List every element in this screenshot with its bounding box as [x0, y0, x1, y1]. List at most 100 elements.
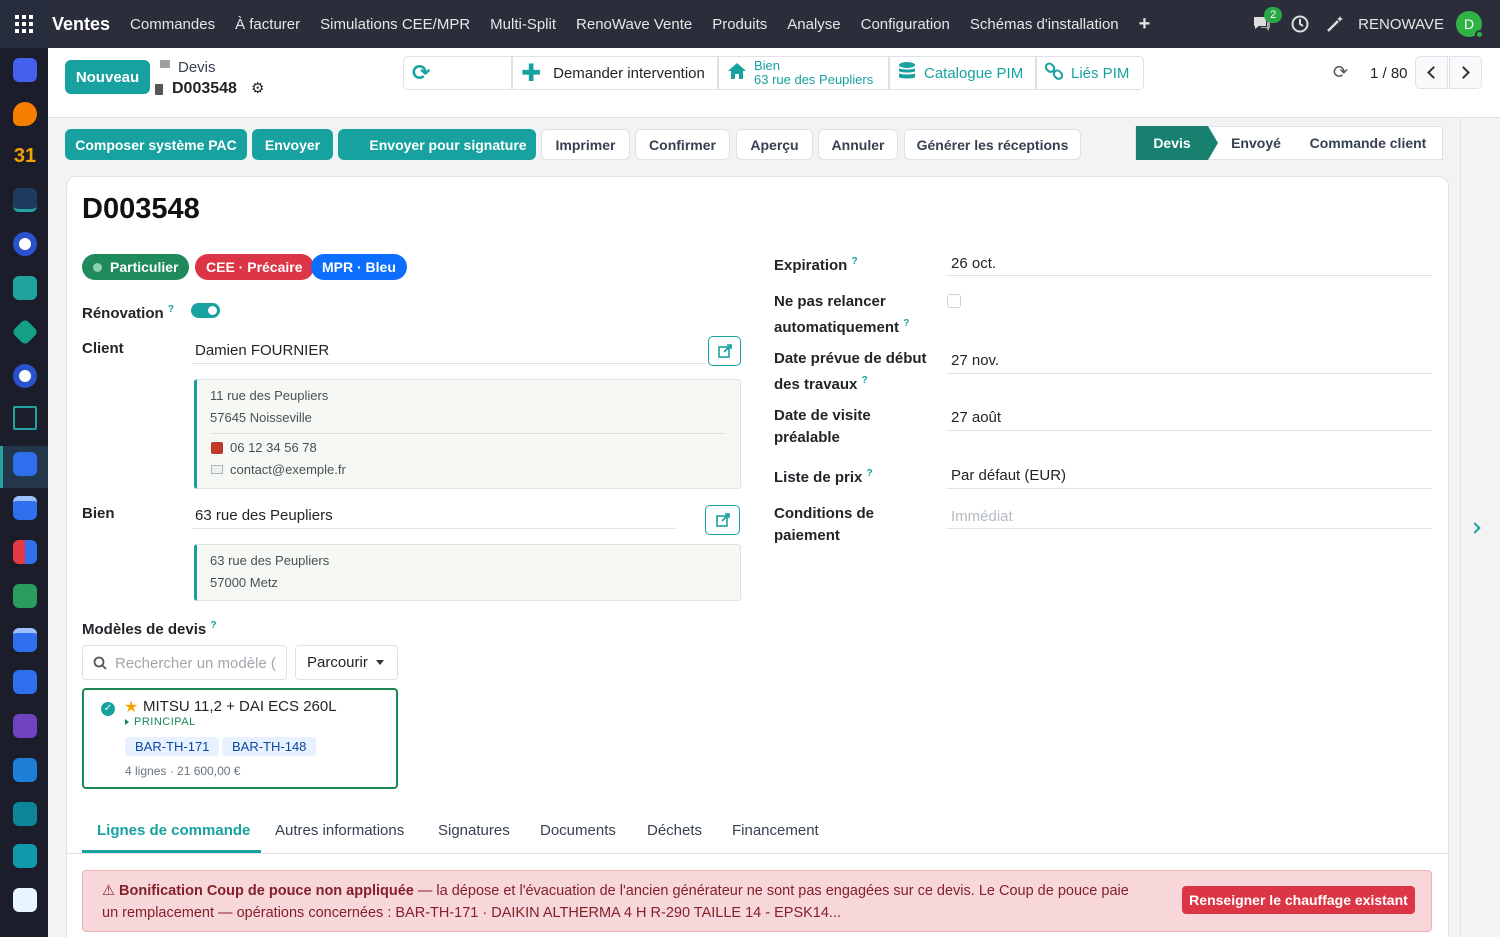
request-intervention-button[interactable]: ✚ Demander intervention	[512, 56, 718, 90]
gear-icon[interactable]: ⚙	[251, 79, 264, 97]
tag-particulier[interactable]: Particulier	[82, 254, 190, 280]
visit-date-field[interactable]: 27 août	[951, 409, 1001, 426]
contacts-icon[interactable]	[13, 276, 37, 300]
tab-financing[interactable]: Financement	[732, 822, 819, 839]
tab-order-lines[interactable]: Lignes de commande	[97, 822, 250, 839]
client-field[interactable]: Damien FOURNIER	[195, 342, 329, 359]
print-button[interactable]: Imprimer	[541, 129, 630, 160]
sidebar-app-icon-17[interactable]	[13, 758, 37, 782]
payment-terms-underline	[947, 528, 1432, 529]
sidebar-app-icon-4[interactable]	[13, 188, 37, 212]
menu-analyse[interactable]: Analyse	[777, 16, 850, 33]
linked-pim-button[interactable]: Liés PIM	[1036, 56, 1144, 90]
sidebar-app-icon-5[interactable]	[13, 232, 37, 256]
menu-simulations[interactable]: Simulations CEE/MPR	[310, 16, 480, 33]
star-icon[interactable]: ★	[124, 697, 138, 717]
app-brand[interactable]: Ventes	[52, 14, 110, 35]
menu-renowave-vente[interactable]: RenoWave Vente	[566, 16, 702, 33]
sidebar-app-icon-1[interactable]	[13, 58, 37, 82]
fill-existing-heating-button[interactable]: Renseigner le chauffage existant	[1182, 886, 1415, 914]
calendar-icon[interactable]	[13, 496, 37, 520]
sidebar-app-icon-13[interactable]	[13, 584, 37, 608]
clock-icon[interactable]	[1282, 15, 1318, 33]
checkmark-app-icon[interactable]	[13, 888, 37, 912]
compose-pac-button[interactable]: Composer système PAC	[65, 129, 247, 160]
help-icon[interactable]: ?	[867, 468, 873, 479]
pager-value[interactable]: 1 / 80	[1370, 65, 1408, 82]
bien-smart-button[interactable]: Bien 63 rue des Peupliers	[718, 56, 889, 90]
help-icon[interactable]: ?	[852, 256, 858, 267]
reload-icon[interactable]: ⟳	[1333, 62, 1348, 83]
sidebar-app-icon-16[interactable]	[13, 714, 37, 738]
company-name[interactable]: RENOWAVE	[1358, 16, 1444, 33]
send-signature-button[interactable]: Envoyer pour signature	[338, 129, 536, 160]
bien-field[interactable]: 63 rue des Peupliers	[195, 507, 333, 524]
menu-a-facturer[interactable]: À facturer	[225, 16, 310, 33]
tag-particulier-label: Particulier	[110, 259, 179, 275]
help-icon[interactable]: ?	[210, 620, 216, 631]
dashboard-icon[interactable]	[13, 540, 37, 564]
tag-cee-precaire[interactable]: CEE · Précaire	[195, 254, 314, 280]
calendar-31-icon[interactable]: 31	[13, 144, 37, 168]
bank-icon[interactable]	[13, 406, 37, 430]
bien-external-link-button[interactable]	[705, 505, 740, 535]
preview-button[interactable]: Aperçu	[736, 129, 813, 160]
magic-wand-icon[interactable]	[1318, 15, 1352, 33]
client-phone[interactable]: 06 12 34 56 78	[230, 440, 317, 455]
help-icon[interactable]: ?	[903, 318, 909, 329]
plus-icon: ✚	[521, 59, 542, 87]
record-name: D003548	[172, 80, 237, 97]
help-icon[interactable]: ?	[862, 375, 868, 386]
tab-signatures[interactable]: Signatures	[438, 822, 510, 839]
send-button[interactable]: Envoyer	[252, 129, 333, 160]
pager-next-button[interactable]	[1449, 56, 1482, 89]
no-followup-checkbox[interactable]	[947, 294, 961, 308]
menu-schemas[interactable]: Schémas d'installation	[960, 16, 1129, 33]
client-email[interactable]: contact@exemple.fr	[230, 462, 346, 477]
breadcrumb-parent[interactable]: Devis	[178, 59, 216, 76]
tag-mpr-bleu[interactable]: MPR · Bleu	[311, 254, 407, 280]
menu-produits[interactable]: Produits	[702, 16, 777, 33]
apps-grid-icon[interactable]	[0, 0, 48, 48]
new-button[interactable]: Nouveau	[65, 60, 150, 94]
sidebar-app-icon-15[interactable]	[13, 670, 37, 694]
tab-waste[interactable]: Déchets	[647, 822, 702, 839]
sidebar-app-icon-19[interactable]	[13, 844, 37, 868]
sidebar-app-icon-7[interactable]	[11, 318, 39, 346]
cancel-button[interactable]: Annuler	[818, 129, 898, 160]
expiration-field[interactable]: 26 oct.	[951, 255, 996, 272]
sidebar-app-icon-2[interactable]	[13, 102, 37, 126]
status-step-envoye[interactable]: Envoyé	[1208, 135, 1294, 151]
tab-documents[interactable]: Documents	[540, 822, 616, 839]
user-avatar[interactable]: D	[1456, 11, 1484, 39]
status-step-devis[interactable]: Devis	[1136, 126, 1218, 160]
start-date-label: Date prévue de début des travaux ?	[774, 350, 927, 393]
plus-icon[interactable]: +	[1129, 13, 1161, 36]
sidebar-app-icon-10[interactable]	[13, 452, 37, 476]
chevron-right-icon[interactable]	[1469, 522, 1481, 534]
renovation-toggle[interactable]	[191, 303, 220, 318]
menu-multi-split[interactable]: Multi-Split	[480, 16, 566, 33]
chat-icon[interactable]: 2	[1242, 7, 1283, 33]
pager-previous-button[interactable]	[1415, 56, 1448, 89]
sidebar-app-icon-8[interactable]	[13, 364, 37, 388]
alert-title: Bonification Coup de pouce non appliquée	[119, 883, 414, 899]
status-step-commande[interactable]: Commande client	[1294, 135, 1442, 151]
generate-receptions-button[interactable]: Générer les réceptions	[904, 129, 1081, 160]
menu-commandes[interactable]: Commandes	[120, 16, 225, 33]
client-external-link-button[interactable]	[708, 336, 741, 366]
chatter-toggle-panel[interactable]	[1460, 118, 1500, 937]
payment-terms-field[interactable]: Immédiat	[951, 508, 1013, 525]
menu-configuration[interactable]: Configuration	[851, 16, 960, 33]
planning-icon[interactable]	[13, 628, 37, 652]
model-search-input[interactable]: Rechercher un modèle (	[82, 645, 287, 680]
tab-other-info[interactable]: Autres informations	[275, 822, 404, 839]
refresh-smart-button[interactable]: ⟳	[403, 56, 512, 90]
confirm-button[interactable]: Confirmer	[635, 129, 730, 160]
start-date-field[interactable]: 27 nov.	[951, 352, 999, 369]
sidebar-app-icon-18[interactable]	[13, 802, 37, 826]
catalogue-pim-button[interactable]: Catalogue PIM	[889, 56, 1036, 90]
help-icon[interactable]: ?	[168, 304, 174, 315]
pricelist-field[interactable]: Par défaut (EUR)	[951, 467, 1066, 484]
browse-dropdown[interactable]: Parcourir	[295, 645, 398, 680]
